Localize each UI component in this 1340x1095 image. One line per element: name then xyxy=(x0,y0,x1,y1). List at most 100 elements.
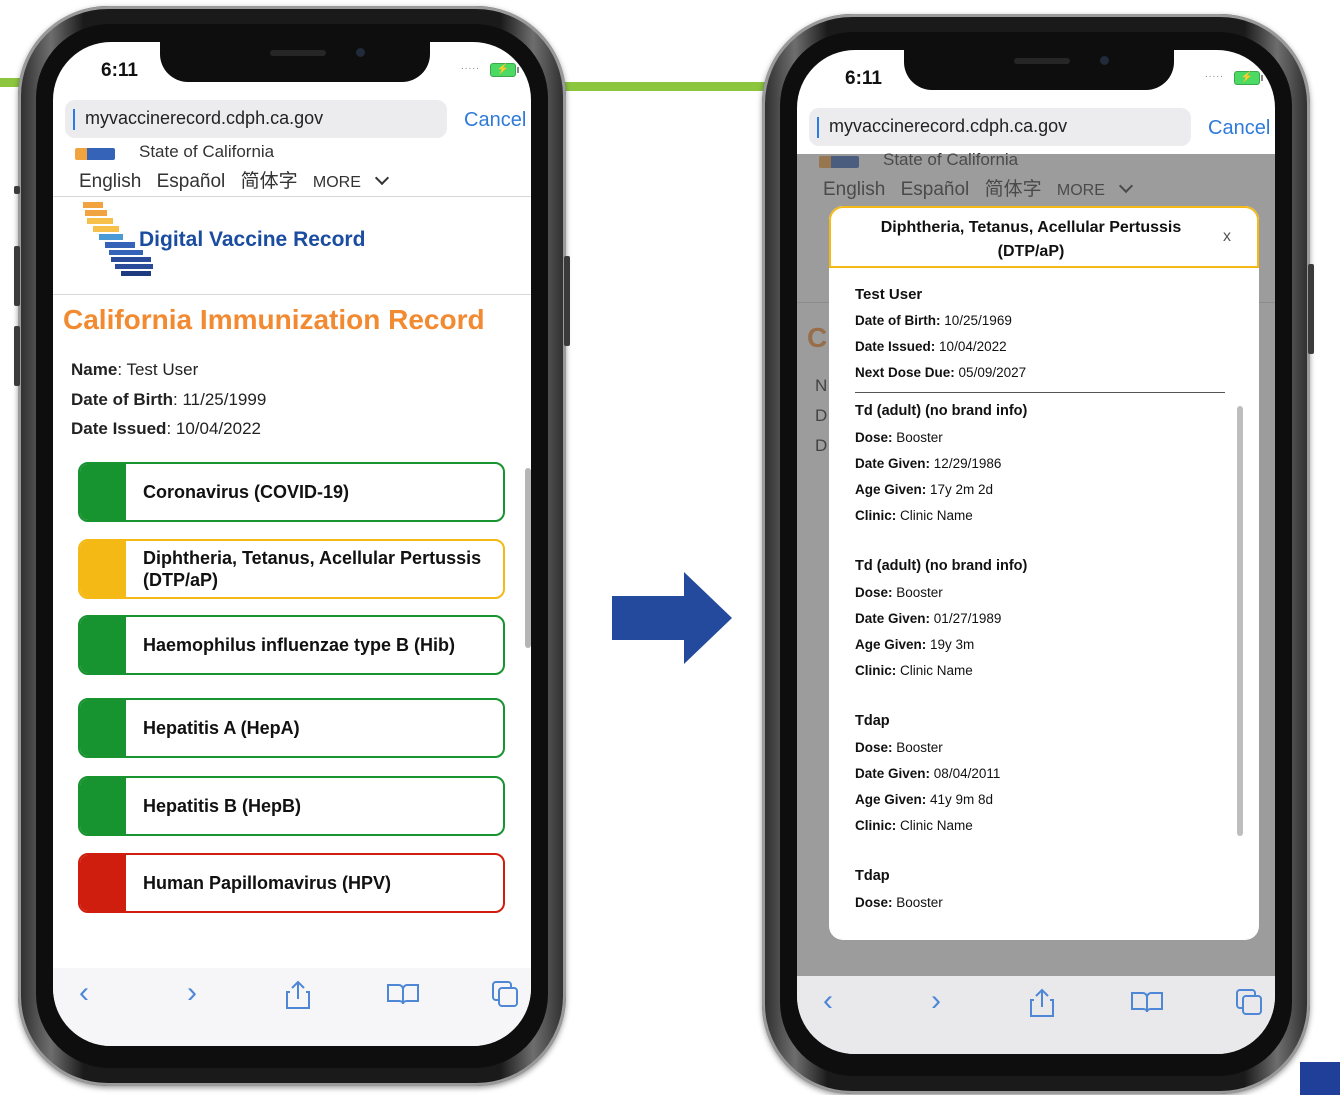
date-given-line: Date Given: 08/04/2011 xyxy=(855,766,1000,781)
clinic-value: Clinic Name xyxy=(900,508,973,523)
status-time: 6:11 xyxy=(845,68,882,89)
text-cursor xyxy=(73,109,75,130)
age-given-value: 17y 2m 2d xyxy=(930,482,994,497)
vaccine-card-hepb[interactable]: Hepatitis B (HepB) xyxy=(78,776,505,836)
date-given-value: 08/04/2011 xyxy=(933,766,1001,781)
date-given-label: Date Given: xyxy=(855,766,931,781)
signal-icon: ..... xyxy=(1205,69,1224,80)
status-time: 6:11 xyxy=(101,60,138,81)
language-spanish[interactable]: Español xyxy=(157,171,226,192)
language-english[interactable]: English xyxy=(79,171,141,192)
age-given-label: Age Given: xyxy=(855,482,927,497)
chevron-down-icon xyxy=(374,170,389,186)
dob-value: 11/25/1999 xyxy=(182,390,267,409)
cancel-button[interactable]: Cancel xyxy=(1208,117,1270,140)
more-label: MORE xyxy=(312,174,361,191)
modal-header: Diphtheria, Tetanus, Acellular Pertussis… xyxy=(829,206,1259,268)
battery-charging-icon: ⚡ xyxy=(1234,71,1263,85)
share-icon[interactable] xyxy=(285,980,311,1010)
vaccine-card-covid[interactable]: Coronavirus (COVID-19) xyxy=(78,462,505,522)
age-given-label: Age Given: xyxy=(855,637,927,652)
dose-type-line: Dose: Booster xyxy=(855,740,943,755)
text-cursor xyxy=(817,117,819,138)
status-bar-green xyxy=(80,617,126,673)
divider xyxy=(855,392,1225,393)
date-given-line: Date Given: 01/27/1989 xyxy=(855,611,1001,626)
next-dose-label: Next Dose Due: xyxy=(855,365,955,380)
status-bar-amber xyxy=(80,541,126,597)
page-title: California Immunization Record xyxy=(63,304,485,335)
tabs-icon[interactable] xyxy=(1235,988,1263,1016)
date-given-value: 12/29/1986 xyxy=(933,456,1002,471)
back-icon[interactable]: ‹ xyxy=(823,984,833,1018)
signal-icon: ..... xyxy=(461,61,480,72)
browser-toolbar: ‹ › xyxy=(797,976,1275,1054)
dob-line: Date of Birth: 11/25/1999 xyxy=(71,390,267,409)
vaccine-detail-modal: Diphtheria, Tetanus, Acellular Pertussis… xyxy=(829,206,1259,940)
vaccine-card-dtap[interactable]: Diphtheria, Tetanus, Acellular Pertussis… xyxy=(78,539,505,599)
speaker xyxy=(1014,58,1070,64)
side-button xyxy=(1308,264,1314,354)
vaccine-card-hib[interactable]: Haemophilus influenzae type B (Hib) xyxy=(78,615,505,675)
more-languages-button[interactable]: MORE xyxy=(312,170,397,191)
dose-label: Dose: xyxy=(855,585,893,600)
url-bar[interactable]: myvaccinerecord.cdph.ca.gov xyxy=(809,108,1191,146)
cancel-button[interactable]: Cancel xyxy=(464,109,526,132)
share-icon[interactable] xyxy=(1029,988,1055,1018)
vaccine-card-hpv[interactable]: Human Papillomavirus (HPV) xyxy=(78,853,505,913)
side-button xyxy=(14,186,20,194)
left-phone: 6:11 ..... ⚡ myvaccinerecord.cdph.ca.gov… xyxy=(14,6,570,1086)
date-given-value: 01/27/1989 xyxy=(933,611,1002,626)
divider xyxy=(53,196,531,197)
right-phone: 6:11 ..... ⚡ myvaccinerecord.cdph.ca.gov… xyxy=(762,14,1314,1094)
age-given-label: Age Given: xyxy=(855,792,927,807)
dob-line: Date of Birth: 10/25/1969 xyxy=(855,313,1012,328)
dose-value: Booster xyxy=(896,740,943,755)
status-bar-green xyxy=(80,700,126,756)
notch xyxy=(904,50,1174,90)
language-chinese[interactable]: 简体字 xyxy=(241,171,298,192)
dose-name: Tdap xyxy=(855,868,890,884)
next-dose-line: Next Dose Due: 05/09/2027 xyxy=(855,365,1026,380)
url-bar[interactable]: myvaccinerecord.cdph.ca.gov xyxy=(65,100,447,138)
clinic-label: Clinic: xyxy=(855,663,897,678)
side-button xyxy=(14,326,20,386)
tabs-icon[interactable] xyxy=(491,980,519,1008)
modal-scrollbar[interactable] xyxy=(1237,406,1243,836)
forward-icon[interactable]: › xyxy=(931,984,941,1018)
bookmarks-icon[interactable] xyxy=(1130,990,1164,1014)
vaccine-card-hepa[interactable]: Hepatitis A (HepA) xyxy=(78,698,505,758)
status-bar-red xyxy=(80,855,126,911)
close-button[interactable]: x xyxy=(1223,228,1231,246)
issued-label: Date Issued xyxy=(71,419,167,438)
clinic-label: Clinic: xyxy=(855,508,897,523)
name-line: Name: Test User xyxy=(71,360,199,379)
scrollbar[interactable] xyxy=(525,468,531,648)
vaccine-label: Human Papillomavirus (HPV) xyxy=(143,873,392,893)
vaccine-label: Hepatitis B (HepB) xyxy=(143,796,302,816)
browser-toolbar: ‹ › xyxy=(53,968,531,1046)
dob-label: Date of Birth: xyxy=(855,313,941,328)
dose-type-line: Dose: Booster xyxy=(855,585,943,600)
forward-icon[interactable]: › xyxy=(187,976,197,1010)
issued-line: Date Issued: 10/04/2022 xyxy=(855,339,1007,354)
speaker xyxy=(270,50,326,56)
accent-line-middle xyxy=(545,82,785,91)
clinic-line: Clinic: Clinic Name xyxy=(855,508,973,523)
back-icon[interactable]: ‹ xyxy=(79,976,89,1010)
accent-bar-bottom-right xyxy=(1300,1062,1340,1095)
clinic-line: Clinic: Clinic Name xyxy=(855,663,973,678)
vaccine-label: Coronavirus (COVID-19) xyxy=(143,482,350,502)
right-screen: 6:11 ..... ⚡ myvaccinerecord.cdph.ca.gov… xyxy=(797,50,1275,1054)
bookmarks-icon[interactable] xyxy=(386,982,420,1006)
dose-name: Td (adult) (no brand info) xyxy=(855,558,1028,574)
modal-title: Diphtheria, Tetanus, Acellular Pertussis… xyxy=(880,219,1182,260)
age-given-line: Age Given: 41y 9m 8d xyxy=(855,792,993,807)
dose-name: Tdap xyxy=(855,713,890,729)
clinic-value: Clinic Name xyxy=(900,818,973,833)
status-bar-green xyxy=(80,778,126,834)
battery-charging-icon: ⚡ xyxy=(490,63,519,77)
vaccine-label: Haemophilus influenzae type B (Hib) xyxy=(143,635,456,655)
vaccine-label: Hepatitis A (HepA) xyxy=(143,718,300,738)
age-given-value: 19y 3m xyxy=(930,637,975,652)
